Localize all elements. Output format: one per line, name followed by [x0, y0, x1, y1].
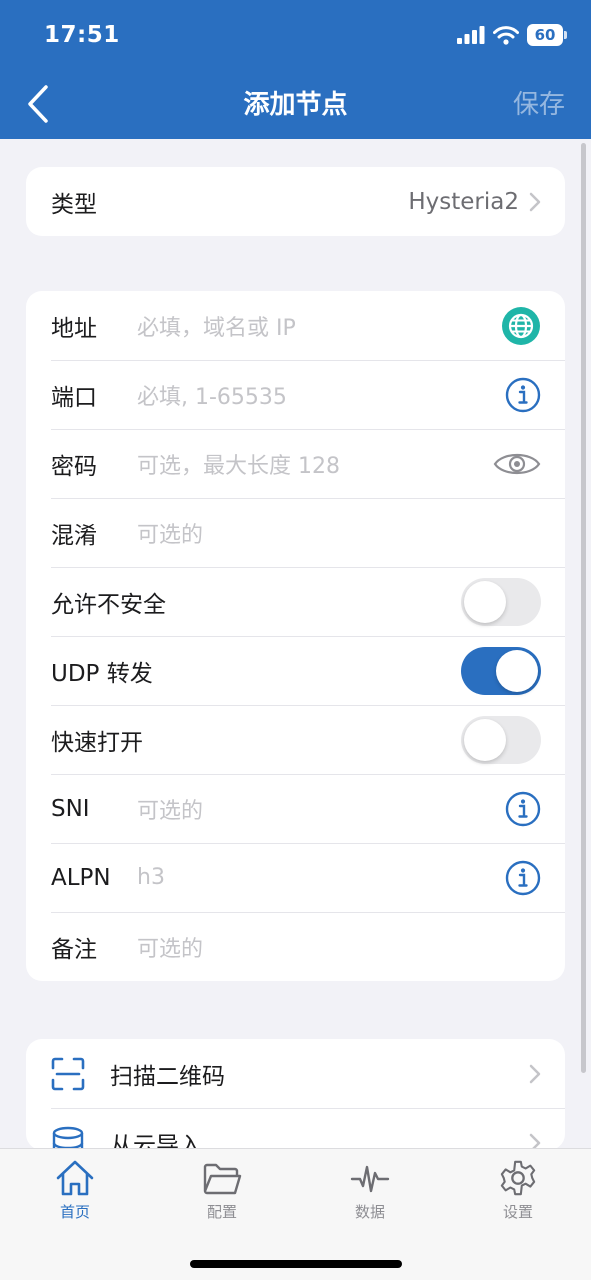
fast-open-label: 快速打开: [51, 729, 143, 756]
status-time: 17:51: [44, 22, 120, 48]
qr-scan-icon: [51, 1057, 85, 1090]
status-icons: 60: [457, 24, 567, 46]
remark-row: 备注 可选的: [26, 912, 565, 981]
fast-open-toggle[interactable]: [461, 715, 541, 764]
tab-config[interactable]: 配置: [167, 1159, 277, 1222]
remark-label: 备注: [51, 936, 97, 963]
insecure-row: 允许不安全: [26, 567, 565, 636]
database-icon: [52, 1126, 84, 1150]
sni-row: SNI 可选的: [26, 774, 565, 843]
scrollbar[interactable]: [581, 143, 586, 1073]
battery-tip: [564, 31, 567, 39]
wifi-icon: [493, 25, 519, 45]
alpn-input[interactable]: h3: [137, 865, 505, 890]
import-card: 扫描二维码 从云导入: [26, 1039, 565, 1150]
obfs-row: 混淆 可选的: [26, 498, 565, 567]
address-input[interactable]: 必填，域名或 IP: [137, 310, 501, 342]
battery-level: 60: [527, 24, 563, 46]
tab-data-label: 数据: [354, 1203, 385, 1221]
scan-qr-row[interactable]: 扫描二维码: [26, 1039, 565, 1108]
scan-qr-label: 扫描二维码: [110, 1063, 225, 1090]
tab-config-label: 配置: [206, 1203, 237, 1221]
tab-home-label: 首页: [59, 1203, 90, 1221]
insecure-toggle[interactable]: [461, 577, 541, 626]
port-input[interactable]: 必填, 1-65535: [137, 379, 505, 411]
eye-icon: [493, 453, 541, 474]
password-visibility-button[interactable]: [493, 449, 541, 479]
chevron-right-icon: [529, 1064, 541, 1083]
type-card: 类型 Hysteria2: [26, 167, 565, 236]
gear-icon: [500, 1160, 536, 1196]
tab-data[interactable]: 数据: [315, 1159, 425, 1222]
sni-label: SNI: [51, 795, 90, 822]
toggle-knob: [496, 649, 538, 692]
sni-info-button[interactable]: [505, 791, 541, 827]
tab-home[interactable]: 首页: [20, 1159, 130, 1222]
port-info-button[interactable]: [505, 377, 541, 413]
save-button[interactable]: 保存: [513, 84, 565, 121]
type-row[interactable]: 类型 Hysteria2: [26, 167, 565, 236]
type-label: 类型: [51, 191, 97, 218]
folder-icon: [203, 1163, 242, 1195]
battery-indicator: 60: [527, 24, 567, 46]
info-icon: [505, 377, 541, 412]
signal-icon: [457, 26, 485, 44]
alpn-info-button[interactable]: [505, 860, 541, 896]
node-form-card: 地址 必填，域名或 IP 端口 必填, 1-65535 密码 可选，最大长度 1…: [26, 291, 565, 981]
obfs-label: 混淆: [51, 522, 97, 549]
cloud-import-row[interactable]: 从云导入: [26, 1108, 565, 1150]
password-row: 密码 可选，最大长度 128: [26, 429, 565, 498]
activity-icon: [350, 1165, 390, 1193]
udp-row: UDP 转发: [26, 636, 565, 705]
info-icon: [505, 860, 541, 895]
page-title: 添加节点: [243, 90, 348, 120]
udp-toggle[interactable]: [461, 646, 541, 695]
port-label: 端口: [51, 384, 97, 411]
address-row: 地址 必填，域名或 IP: [26, 291, 565, 360]
password-input[interactable]: 可选，最大长度 128: [137, 448, 493, 480]
tab-bar: 首页 配置 数据 设置: [0, 1148, 591, 1280]
alpn-row: ALPN h3: [26, 843, 565, 912]
toggle-knob: [464, 718, 506, 761]
password-label: 密码: [51, 453, 97, 480]
address-label: 地址: [51, 315, 97, 342]
globe-button[interactable]: [501, 306, 541, 346]
tab-settings-label: 设置: [502, 1203, 533, 1221]
port-row: 端口 必填, 1-65535: [26, 360, 565, 429]
remark-input[interactable]: 可选的: [137, 931, 541, 963]
fast-open-row: 快速打开: [26, 705, 565, 774]
obfs-input[interactable]: 可选的: [137, 517, 541, 549]
chevron-right-icon: [529, 192, 541, 211]
type-value: Hysteria2: [408, 188, 519, 215]
sni-input[interactable]: 可选的: [137, 793, 505, 825]
info-icon: [505, 791, 541, 826]
tab-settings[interactable]: 设置: [463, 1159, 573, 1222]
toggle-knob: [464, 580, 506, 623]
cloud-import-label: 从云导入: [110, 1132, 202, 1151]
home-indicator: [190, 1260, 402, 1268]
globe-icon: [502, 306, 540, 345]
alpn-label: ALPN: [51, 864, 111, 891]
nav-header: 17:51 60 添加节点 保存: [0, 0, 591, 139]
home-icon: [56, 1160, 94, 1196]
insecure-label: 允许不安全: [51, 591, 166, 618]
udp-label: UDP 转发: [51, 660, 153, 687]
